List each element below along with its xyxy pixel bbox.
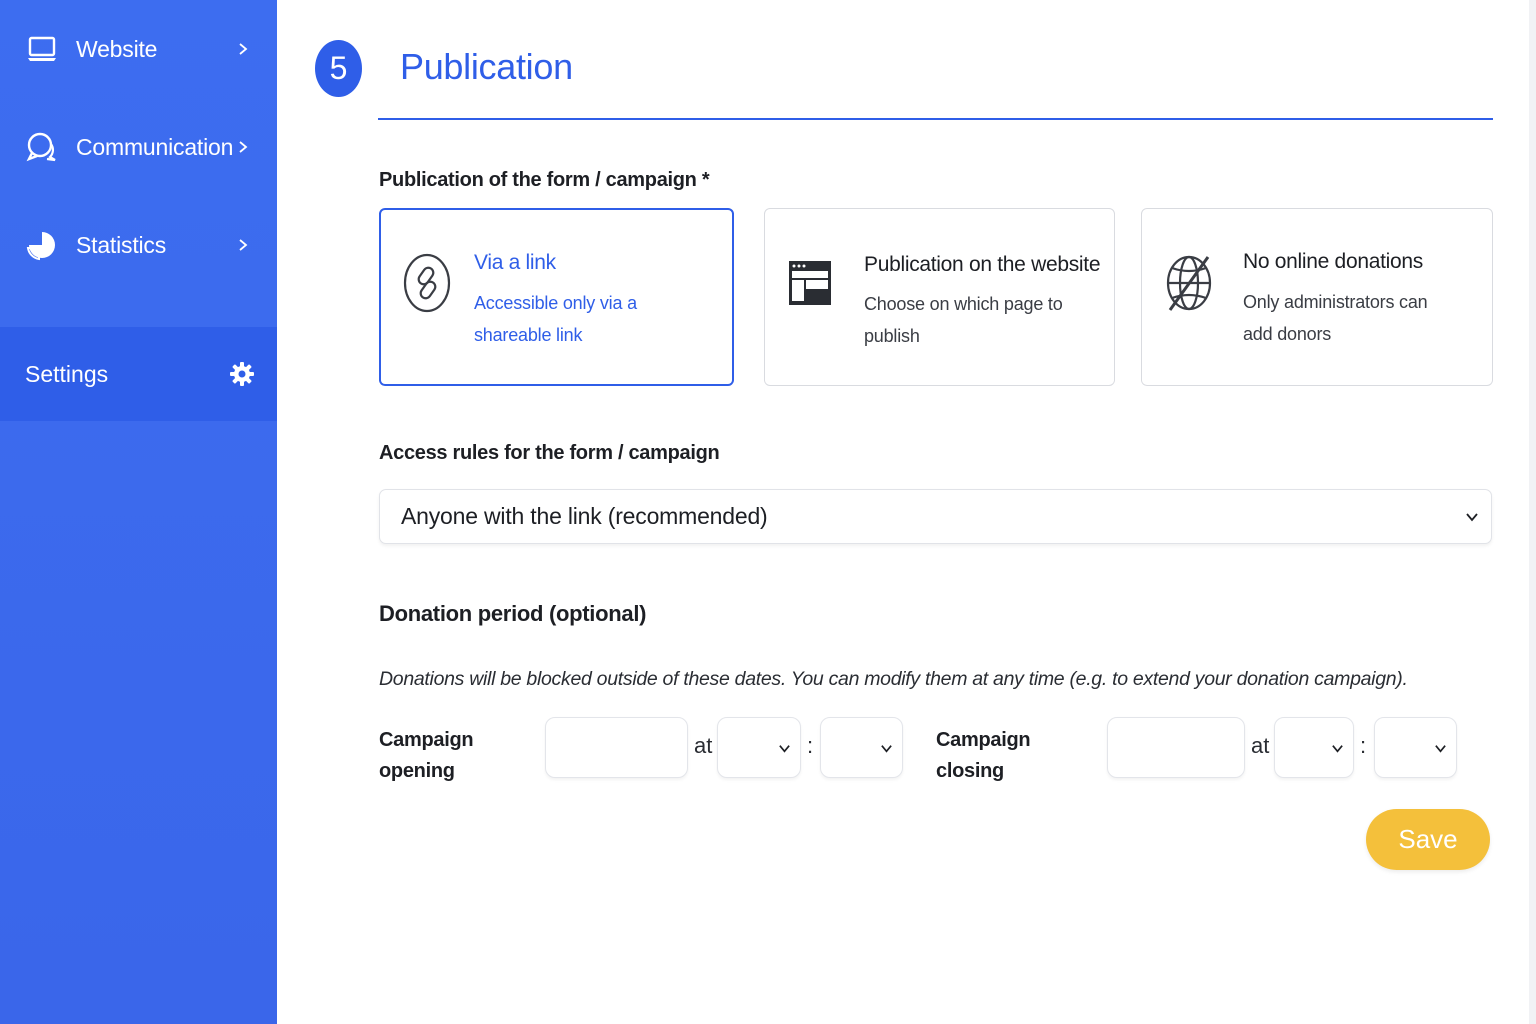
colon-text: : (807, 733, 814, 758)
sidebar: Website Communication Statistics Setting… (0, 0, 277, 1024)
donation-period-help: Donations will be blocked outside of the… (379, 668, 1408, 690)
sidebar-item-communication[interactable]: Communication (0, 112, 277, 182)
option-description-line: Accessible only via a (474, 293, 637, 313)
label-line: Campaign (379, 729, 474, 751)
chat-bubbles-icon (26, 132, 56, 162)
gear-icon (230, 362, 254, 386)
webpage-icon (789, 261, 831, 305)
option-description: Choose on which page to publish (864, 288, 1114, 352)
globe-off-icon (1166, 255, 1212, 311)
option-title: Publication on the website (864, 253, 1101, 276)
chevron-down-icon (779, 745, 790, 753)
sidebar-item-settings[interactable]: Settings (0, 327, 277, 421)
label-line: Campaign (936, 729, 1031, 751)
chevron-right-icon (239, 239, 248, 251)
sidebar-item-label: Statistics (76, 231, 167, 258)
access-rules-value: Anyone with the link (recommended) (401, 503, 768, 529)
option-title: No online donations (1243, 250, 1423, 273)
option-description: Only administrators can add donors (1243, 286, 1428, 350)
at-text: at (694, 733, 713, 758)
page-edge (1529, 0, 1536, 1024)
option-description-line: Choose on which page to publish (864, 294, 1063, 346)
closing-hour-select[interactable] (1274, 717, 1354, 778)
sidebar-item-website[interactable]: Website (0, 14, 277, 84)
link-icon (403, 253, 451, 313)
at-text: at (1251, 733, 1270, 758)
label-line: opening (379, 760, 455, 782)
chevron-right-icon (239, 43, 248, 55)
option-description-line: add donors (1243, 324, 1332, 344)
option-description-line: Only administrators can (1243, 292, 1428, 312)
chevron-down-icon (881, 745, 892, 753)
sidebar-item-statistics[interactable]: Statistics (0, 210, 277, 280)
publication-label: Publication of the form / campaign * (379, 169, 710, 191)
campaign-closing-label: Campaign closing (936, 725, 1031, 787)
colon-text: : (1360, 733, 1367, 758)
opening-date-input[interactable] (545, 717, 688, 778)
label-line: closing (936, 760, 1004, 782)
access-rules-select[interactable]: Anyone with the link (recommended) (379, 489, 1492, 544)
option-card-via-link[interactable]: Via a link Accessible only via a shareab… (379, 208, 734, 386)
chevron-right-icon (239, 141, 248, 153)
option-description-line: shareable link (474, 325, 583, 345)
option-card-no-online-donations[interactable]: No online donations Only administrators … (1141, 208, 1493, 386)
closing-date-input[interactable] (1107, 717, 1245, 778)
opening-minute-select[interactable] (820, 717, 903, 778)
sidebar-item-label: Settings (25, 360, 109, 387)
page-title: Publication (400, 46, 573, 87)
step-badge: 5 (315, 40, 362, 97)
option-card-website[interactable]: Publication on the website Choose on whi… (764, 208, 1115, 386)
option-title: Via a link (474, 251, 556, 274)
opening-hour-select[interactable] (717, 717, 801, 778)
pie-chart-icon (26, 232, 55, 261)
sidebar-item-label: Communication (76, 133, 234, 160)
access-rules-label: Access rules for the form / campaign (379, 442, 720, 464)
closing-minute-select[interactable] (1374, 717, 1457, 778)
chevron-down-icon (1332, 745, 1343, 753)
donation-period-label: Donation period (optional) (379, 601, 647, 626)
laptop-icon (28, 36, 56, 61)
sidebar-item-label: Website (76, 35, 158, 62)
chevron-down-icon (1466, 513, 1478, 522)
save-button[interactable]: Save (1366, 809, 1490, 870)
option-description: Accessible only via a shareable link (474, 287, 637, 351)
campaign-opening-label: Campaign opening (379, 725, 474, 787)
title-divider (378, 118, 1493, 120)
chevron-down-icon (1435, 745, 1446, 753)
